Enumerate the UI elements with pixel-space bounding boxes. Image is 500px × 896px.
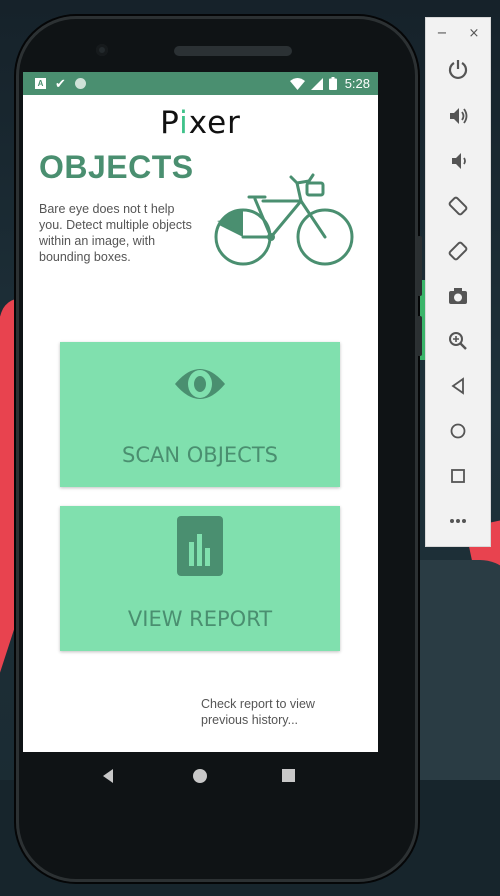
power-icon	[448, 60, 468, 80]
overview-toolbar-button[interactable]	[426, 465, 490, 487]
back-triangle-icon	[451, 377, 464, 395]
close-button[interactable]: ×	[469, 26, 480, 41]
rotate-left-button[interactable]	[426, 195, 490, 217]
rotate-right-icon	[448, 241, 468, 261]
recents-icon[interactable]	[282, 769, 295, 782]
volume-down-icon	[452, 153, 466, 169]
sync-icon	[74, 78, 86, 89]
volume-down-button[interactable]	[426, 150, 490, 172]
power-button[interactable]	[417, 316, 422, 356]
earpiece-speaker	[174, 46, 292, 56]
hero-description: Bare eye does not t help you. Detect mul…	[39, 202, 192, 264]
more-dots-icon	[450, 519, 466, 523]
report-chart-icon	[177, 516, 223, 576]
view-report-button[interactable]: VIEW REPORT	[60, 506, 340, 651]
home-icon[interactable]	[193, 769, 207, 783]
screenshot-button[interactable]	[426, 285, 490, 307]
eye-icon	[175, 369, 225, 399]
power-toolbar-button[interactable]	[426, 58, 490, 80]
front-camera	[96, 44, 108, 56]
check-icon: ✔	[55, 76, 66, 91]
signal-icon	[310, 77, 323, 90]
overview-square-icon	[451, 469, 465, 483]
minimize-button[interactable]: −	[437, 26, 448, 41]
clock: 5:28	[344, 76, 370, 91]
battery-icon	[328, 77, 337, 90]
emulator-toolbar: − ×	[425, 17, 491, 547]
rotate-right-button[interactable]	[426, 240, 490, 262]
zoom-icon	[449, 332, 467, 350]
app-logo: Pixer	[160, 105, 241, 141]
more-button[interactable]	[426, 510, 490, 532]
hero-section: OBJECTS Bare eye does not t help you. De…	[23, 141, 378, 301]
back-toolbar-button[interactable]	[426, 375, 490, 397]
app-screen: A ✔ 5:28 Pixer OBJECTS Bare eye does not…	[23, 72, 378, 752]
notification-a-icon: A	[35, 78, 46, 89]
scan-objects-button[interactable]: SCAN OBJECTS	[60, 342, 340, 487]
wifi-icon	[289, 77, 305, 90]
zoom-button[interactable]	[426, 330, 490, 352]
view-report-label: VIEW REPORT	[127, 607, 273, 631]
back-icon[interactable]	[103, 769, 113, 783]
page-title: OBJECTS	[39, 149, 194, 185]
status-bar: A ✔ 5:28	[23, 72, 378, 95]
volume-button[interactable]	[417, 236, 422, 296]
home-circle-icon	[450, 423, 466, 439]
bicycle-icon	[214, 173, 354, 266]
scan-objects-label: SCAN OBJECTS	[122, 443, 278, 467]
camera-icon	[449, 288, 467, 304]
rotate-left-icon	[448, 196, 468, 216]
volume-up-icon	[450, 108, 468, 124]
history-hint: Check report to view previous history...	[201, 697, 315, 727]
android-nav-bar	[23, 756, 378, 796]
volume-up-button[interactable]	[426, 105, 490, 127]
home-toolbar-button[interactable]	[426, 420, 490, 442]
